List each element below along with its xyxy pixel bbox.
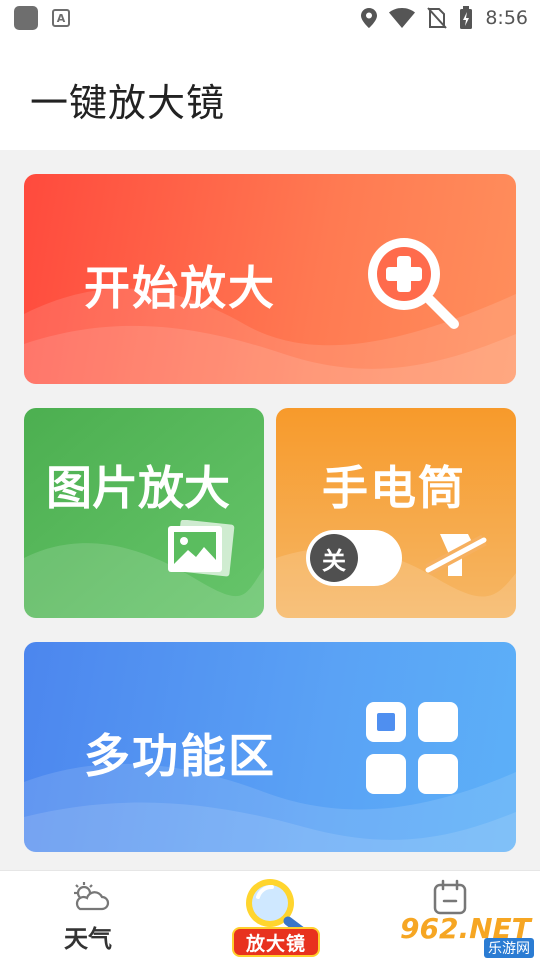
font-a-icon: A	[52, 9, 70, 27]
calendar-icon	[433, 879, 467, 915]
toggle-knob: 关	[310, 534, 358, 582]
nav-magnifier[interactable]: 放大镜	[226, 871, 326, 960]
app-icon	[14, 6, 38, 30]
watermark-sub: 乐游网	[484, 938, 534, 958]
status-time: 8:56	[485, 7, 528, 29]
flashlight-off-icon	[425, 534, 487, 576]
grid-icon	[366, 702, 458, 794]
picture-magnify-label: 图片放大	[46, 461, 230, 515]
flashlight-toggle[interactable]: 关	[306, 530, 402, 586]
app-header: 一键放大镜	[0, 36, 540, 150]
multi-function-label: 多功能区	[84, 729, 276, 783]
nav-weather[interactable]: 天气	[40, 871, 140, 960]
multi-function-card[interactable]: 多功能区	[24, 642, 516, 852]
flashlight-label: 手电筒	[322, 461, 466, 515]
status-bar: A 8:56	[0, 0, 540, 36]
flashlight-card[interactable]: 手电筒 关	[276, 408, 516, 618]
watermark-logo: 962.NET 乐游网	[400, 912, 536, 958]
battery-charging-icon	[460, 6, 473, 29]
start-magnify-card[interactable]: 开始放大	[24, 174, 516, 384]
weather-icon	[74, 882, 110, 911]
nav-magnifier-label: 放大镜	[232, 927, 320, 957]
picture-magnify-card[interactable]: 图片放大	[24, 408, 264, 618]
no-sim-icon	[427, 7, 448, 29]
nav-weather-label: 天气	[64, 925, 112, 953]
page-title: 一键放大镜	[30, 81, 226, 125]
location-icon	[361, 8, 378, 28]
zoom-in-icon	[368, 238, 459, 329]
start-magnify-label: 开始放大	[84, 261, 276, 315]
image-icon	[168, 520, 235, 577]
wifi-icon	[389, 8, 416, 28]
